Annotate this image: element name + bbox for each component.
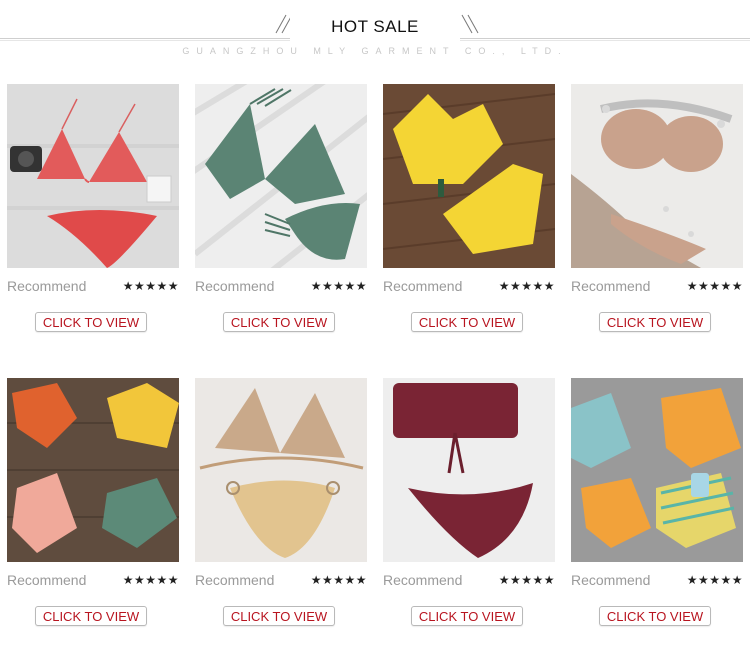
- star-rating: ★★★★★: [310, 573, 367, 587]
- product-card: Recommend ★★★★★ CLICK TO VIEW: [383, 84, 555, 348]
- click-to-view-button[interactable]: CLICK TO VIEW: [223, 312, 335, 332]
- click-to-view-button[interactable]: CLICK TO VIEW: [35, 606, 147, 626]
- product-card: Recommend ★★★★★ CLICK TO VIEW: [195, 378, 367, 642]
- recommend-label: Recommend: [571, 278, 651, 294]
- click-to-view-button[interactable]: CLICK TO VIEW: [411, 606, 523, 626]
- product-card: Recommend ★★★★★ CLICK TO VIEW: [383, 378, 555, 642]
- product-grid: Recommend ★★★★★ CLICK TO VIEW Recommend …: [0, 0, 750, 662]
- star-rating: ★★★★★: [310, 279, 367, 293]
- recommend-label: Recommend: [195, 572, 275, 588]
- star-rating: ★★★★★: [686, 573, 743, 587]
- click-to-view-button[interactable]: CLICK TO VIEW: [411, 312, 523, 332]
- star-rating: ★★★★★: [122, 573, 179, 587]
- rating-row: Recommend ★★★★★: [571, 572, 747, 590]
- click-to-view-button[interactable]: CLICK TO VIEW: [223, 606, 335, 626]
- recommend-label: Recommend: [7, 572, 87, 588]
- rating-row: Recommend ★★★★★: [195, 278, 371, 296]
- rating-row: Recommend ★★★★★: [571, 278, 747, 296]
- product-image[interactable]: [7, 84, 179, 268]
- product-image[interactable]: [571, 84, 743, 268]
- product-image[interactable]: [571, 378, 743, 562]
- product-card: Recommend ★★★★★ CLICK TO VIEW: [7, 84, 179, 348]
- rating-row: Recommend ★★★★★: [383, 572, 559, 590]
- rating-row: Recommend ★★★★★: [7, 278, 183, 296]
- click-to-view-button[interactable]: CLICK TO VIEW: [599, 312, 711, 332]
- star-rating: ★★★★★: [498, 279, 555, 293]
- recommend-label: Recommend: [571, 572, 651, 588]
- star-rating: ★★★★★: [122, 279, 179, 293]
- product-image[interactable]: [383, 378, 555, 562]
- click-to-view-button[interactable]: CLICK TO VIEW: [35, 312, 147, 332]
- recommend-label: Recommend: [7, 278, 87, 294]
- recommend-label: Recommend: [195, 278, 275, 294]
- click-to-view-button[interactable]: CLICK TO VIEW: [599, 606, 711, 626]
- product-image[interactable]: [195, 378, 367, 562]
- product-image[interactable]: [195, 84, 367, 268]
- product-card: Recommend ★★★★★ CLICK TO VIEW: [571, 378, 743, 642]
- star-rating: ★★★★★: [498, 573, 555, 587]
- product-image[interactable]: [383, 84, 555, 268]
- product-card: Recommend ★★★★★ CLICK TO VIEW: [7, 378, 179, 642]
- rating-row: Recommend ★★★★★: [7, 572, 183, 590]
- product-card: Recommend ★★★★★ CLICK TO VIEW: [195, 84, 367, 348]
- recommend-label: Recommend: [383, 278, 463, 294]
- rating-row: Recommend ★★★★★: [383, 278, 559, 296]
- product-image[interactable]: [7, 378, 179, 562]
- recommend-label: Recommend: [383, 572, 463, 588]
- rating-row: Recommend ★★★★★: [195, 572, 371, 590]
- product-card: Recommend ★★★★★ CLICK TO VIEW: [571, 84, 743, 348]
- star-rating: ★★★★★: [686, 279, 743, 293]
